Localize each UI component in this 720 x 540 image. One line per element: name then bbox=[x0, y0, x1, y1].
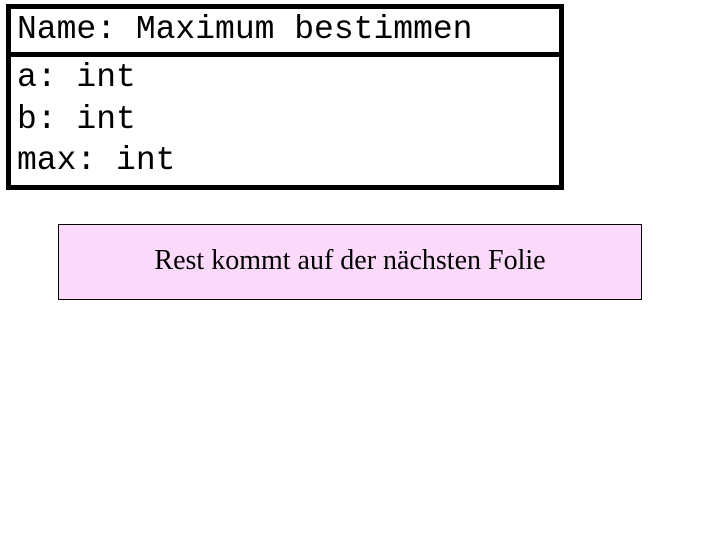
var-type: int bbox=[76, 59, 135, 96]
variable-line: max: int bbox=[17, 140, 553, 181]
table-header: Name: Maximum bestimmen bbox=[11, 9, 559, 57]
variable-line: b: int bbox=[17, 99, 553, 140]
var-name: b bbox=[17, 101, 37, 138]
caption-text: Rest kommt auf der nächsten Folie bbox=[154, 245, 545, 276]
header-label-prefix: Name: bbox=[17, 11, 136, 48]
table-body: a: int b: int max: int bbox=[11, 57, 559, 185]
var-type: int bbox=[116, 142, 175, 179]
var-name: max bbox=[17, 142, 76, 179]
variable-line: a: int bbox=[17, 57, 553, 98]
var-name: a bbox=[17, 59, 37, 96]
header-name: Maximum bestimmen bbox=[136, 11, 473, 48]
caption-box: Rest kommt auf der nächsten Folie bbox=[58, 224, 642, 300]
var-type: int bbox=[76, 101, 135, 138]
definition-table: Name: Maximum bestimmen a: int b: int ma… bbox=[6, 4, 564, 190]
